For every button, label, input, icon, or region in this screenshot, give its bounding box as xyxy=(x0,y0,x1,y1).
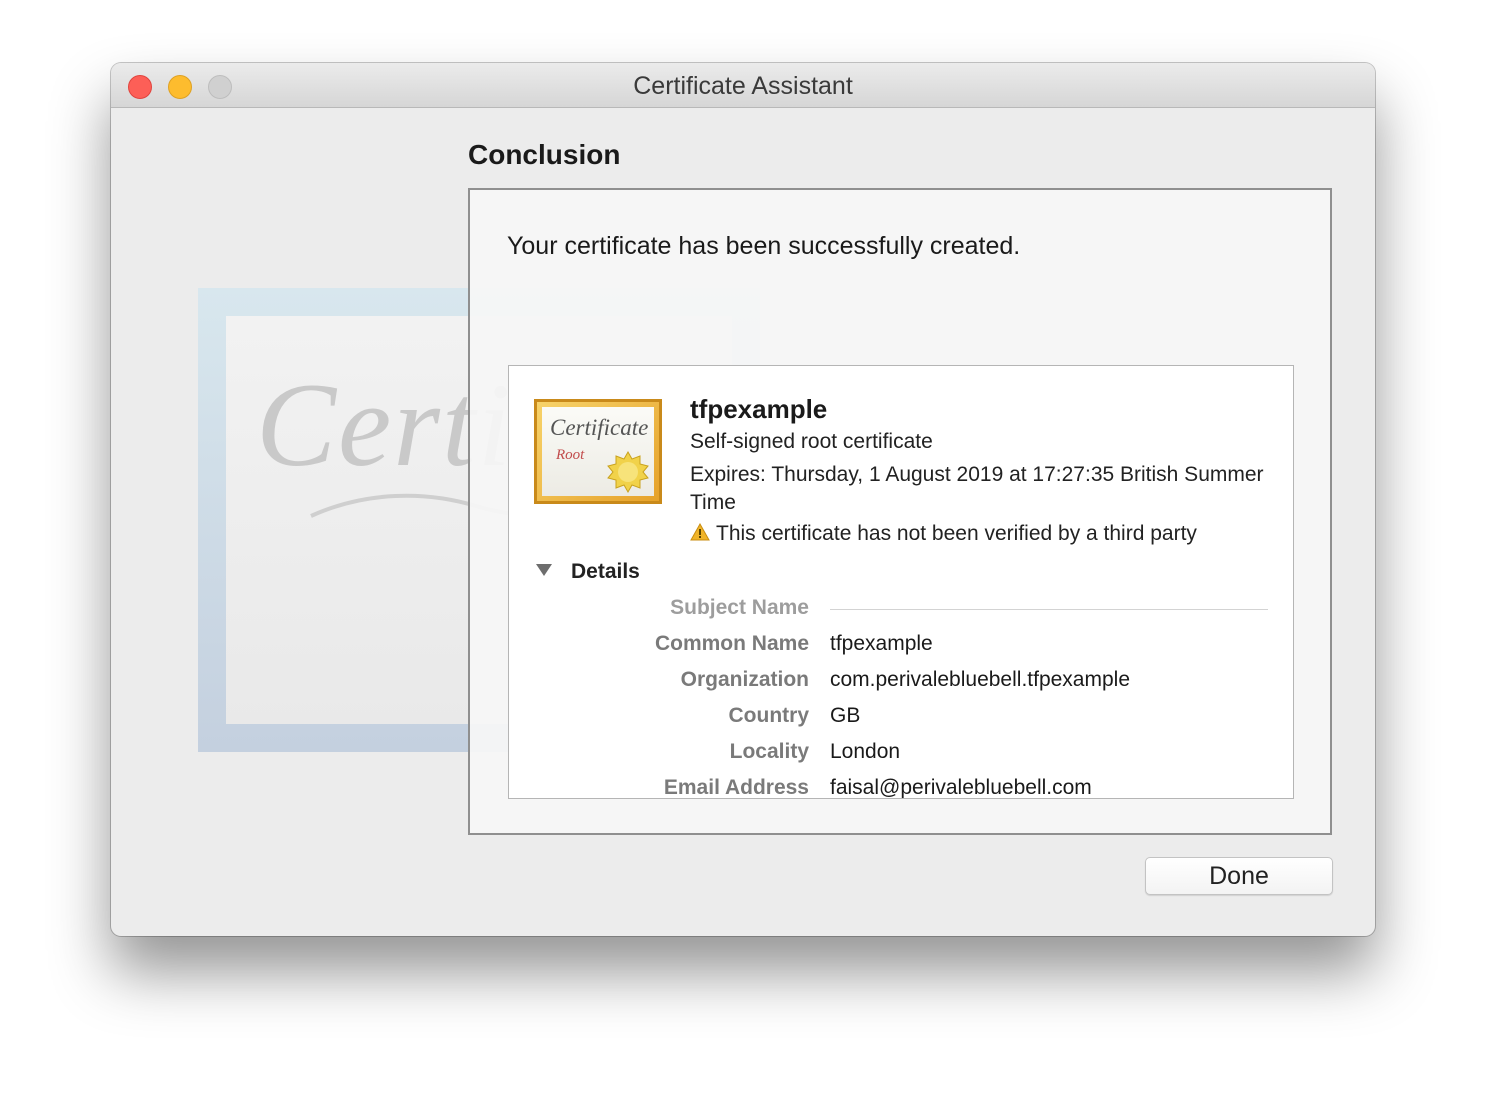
detail-value: faisal@perivalebluebell.com xyxy=(830,776,1092,799)
detail-value: GB xyxy=(830,704,861,727)
detail-label: Organization xyxy=(680,668,809,691)
done-button[interactable]: Done xyxy=(1145,857,1333,895)
details-label: Details xyxy=(571,560,640,583)
detail-row: Organization com.perivalebluebell.tfpexa… xyxy=(509,668,1293,698)
certificate-icon-word: Certificate xyxy=(550,415,649,440)
section-divider xyxy=(830,609,1268,610)
subject-name-heading: Subject Name xyxy=(670,596,809,619)
detail-row: Email Address faisal@perivalebluebell.co… xyxy=(509,776,1293,799)
detail-value: London xyxy=(830,740,901,763)
success-message: Your certificate has been successfully c… xyxy=(507,232,1021,260)
detail-label: Country xyxy=(728,704,810,727)
warning-icon xyxy=(690,523,710,541)
certificate-details-card[interactable]: Certificate Root tfpexample Self-signed … xyxy=(508,365,1294,799)
verification-warning: This certificate has not been verified b… xyxy=(690,522,1197,546)
detail-label: Common Name xyxy=(654,632,809,655)
certificate-expiry: Expires: Thursday, 1 August 2019 at 17:2… xyxy=(690,463,1264,514)
warning-text: This certificate has not been verified b… xyxy=(716,522,1197,545)
detail-row: Country GB xyxy=(509,704,1293,734)
certificate-assistant-window: Certificate Assistant Certifi Conclusion… xyxy=(111,63,1375,936)
detail-label: Locality xyxy=(729,740,809,763)
detail-label: Email Address xyxy=(663,776,809,799)
window-title: Certificate Assistant xyxy=(633,72,853,100)
certificate-icon: Certificate Root xyxy=(534,399,662,504)
seal-icon xyxy=(607,450,649,494)
details-disclosure[interactable]: Details xyxy=(535,560,640,584)
conclusion-panel: Your certificate has been successfully c… xyxy=(468,188,1332,835)
disclosure-triangle-icon[interactable] xyxy=(535,563,553,577)
certificate-icon-root: Root xyxy=(556,447,585,463)
titlebar[interactable]: Certificate Assistant xyxy=(111,63,1375,108)
certificate-type: Self-signed root certificate xyxy=(690,430,933,453)
detail-value: tfpexample xyxy=(830,632,933,655)
certificate-name: tfpexample xyxy=(690,394,828,424)
detail-row: Locality London xyxy=(509,740,1293,770)
page-title: Conclusion xyxy=(468,139,621,170)
detail-value: com.perivalebluebell.tfpexample xyxy=(830,668,1130,691)
detail-row: Common Name tfpexample xyxy=(509,632,1293,662)
